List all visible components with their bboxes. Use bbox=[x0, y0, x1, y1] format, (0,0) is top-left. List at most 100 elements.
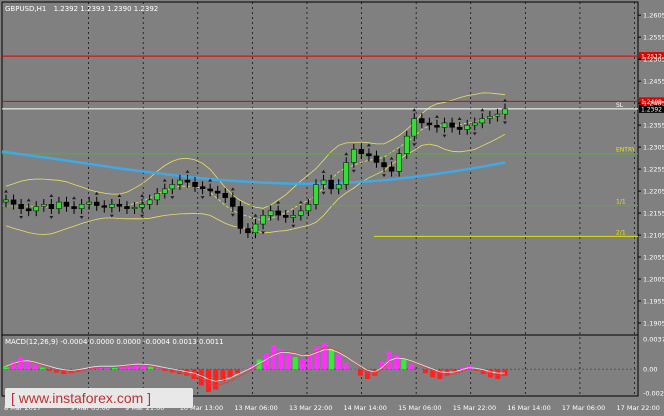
macd-bar bbox=[408, 364, 414, 370]
macd-bar bbox=[336, 354, 342, 370]
candle-body bbox=[479, 118, 486, 124]
macd-bar bbox=[343, 362, 349, 370]
fractal-up-marker bbox=[253, 213, 258, 217]
candle-body bbox=[18, 204, 24, 209]
macd-bar bbox=[300, 359, 306, 370]
candle-body bbox=[230, 197, 236, 207]
level-label: 1/1 bbox=[616, 199, 626, 206]
fractal-up-marker bbox=[230, 187, 235, 191]
macd-bar bbox=[415, 369, 421, 371]
candle-body bbox=[381, 162, 387, 168]
macd-bar bbox=[227, 369, 233, 378]
fractal-up-marker bbox=[298, 200, 303, 204]
x-tick-label: 15 Mar 06:00 bbox=[398, 404, 441, 412]
candle-body bbox=[487, 116, 493, 119]
y-tick-label: 1.2105 bbox=[643, 232, 664, 240]
macd-bar bbox=[271, 344, 277, 370]
fractal-up-marker bbox=[140, 194, 145, 198]
candle-body bbox=[93, 201, 100, 206]
candle-body bbox=[343, 162, 349, 185]
candle-body bbox=[101, 205, 108, 208]
candle-body bbox=[245, 228, 251, 234]
y-tick-label: 1.2455 bbox=[643, 78, 664, 86]
fractal-down-marker bbox=[351, 169, 356, 173]
x-tick-label: 17 Mar 22:00 bbox=[617, 404, 660, 412]
fractal-down-marker bbox=[109, 214, 114, 218]
candle-body bbox=[290, 215, 297, 218]
candle-body bbox=[411, 118, 418, 137]
macd-bar bbox=[155, 368, 161, 370]
candle-body bbox=[396, 153, 402, 172]
x-tick-label: 16 Mar 14:00 bbox=[507, 404, 550, 412]
candle-body bbox=[10, 199, 17, 205]
macd-bar bbox=[328, 348, 334, 370]
candle-body bbox=[335, 184, 342, 190]
y-tick-label: 1.2605 bbox=[643, 12, 664, 20]
macd-bar bbox=[213, 369, 219, 390]
x-tick-label: 13 Mar 06:00 bbox=[234, 404, 277, 412]
macd-tick-label: 0.0037 bbox=[643, 336, 664, 344]
macd-bar bbox=[401, 359, 407, 370]
fractal-down-marker bbox=[19, 215, 24, 219]
fractal-up-marker bbox=[434, 114, 439, 118]
macd-bar bbox=[285, 353, 291, 370]
macd-bar bbox=[422, 369, 428, 374]
candle-body bbox=[192, 182, 198, 187]
fractal-up-marker bbox=[72, 196, 77, 200]
ohlc-label: 1.2392 1.2393 1.2390 1.2392 bbox=[54, 5, 159, 13]
candle-body bbox=[71, 206, 77, 209]
fractal-up-marker bbox=[457, 117, 462, 121]
macd-bar bbox=[39, 367, 45, 370]
grid bbox=[1, 1, 639, 397]
y-tick-label: 1.1905 bbox=[643, 320, 664, 328]
y-tick-label: 1.2155 bbox=[643, 210, 664, 218]
fractal-up-marker bbox=[185, 169, 190, 173]
macd-tick-label: 0.00 bbox=[643, 366, 657, 374]
fractal-down-marker bbox=[291, 224, 296, 228]
candle-body bbox=[48, 204, 55, 209]
symbol-label: GBPUSD,H1 bbox=[5, 5, 46, 13]
candle-body bbox=[472, 122, 478, 126]
symbol-header: GBPUSD,H1 1.2392 1.2393 1.2390 1.2392 bbox=[5, 5, 158, 13]
macd-bar bbox=[17, 357, 23, 370]
candle-body bbox=[116, 204, 123, 207]
bollinger-upper bbox=[5, 92, 506, 209]
macd-bar bbox=[321, 343, 327, 370]
fractal-down-marker bbox=[79, 215, 84, 219]
candle-body bbox=[366, 153, 372, 157]
candle-body bbox=[419, 118, 425, 124]
candle-body bbox=[3, 199, 9, 203]
macd-bar bbox=[198, 369, 204, 386]
candle-body bbox=[63, 201, 70, 207]
candle-body bbox=[313, 184, 319, 205]
candle-body bbox=[502, 108, 508, 115]
candle-body bbox=[177, 179, 183, 185]
fractal-up-marker bbox=[503, 98, 507, 102]
candle-body bbox=[320, 179, 327, 185]
moving-average-line bbox=[1, 150, 506, 185]
candle-body bbox=[351, 149, 357, 163]
macd-bar bbox=[495, 369, 501, 379]
macd-bar bbox=[133, 362, 139, 370]
y-tick-label: 1.2005 bbox=[643, 276, 664, 284]
fractal-up-marker bbox=[26, 198, 31, 202]
fractal-up-marker bbox=[321, 169, 326, 173]
candle-body bbox=[358, 149, 365, 154]
macd-panel bbox=[2, 343, 638, 392]
candles bbox=[3, 98, 508, 239]
price-chart: 1.25121.2409SL1.2392ENTRY1/12/1 8 Mar 20… bbox=[1, 1, 664, 412]
candle-body bbox=[41, 204, 47, 207]
candle-body bbox=[214, 190, 221, 194]
level-label: SL bbox=[616, 102, 624, 109]
macd-bar bbox=[314, 346, 320, 370]
candle-body bbox=[441, 122, 448, 128]
fractal-down-marker bbox=[382, 174, 387, 178]
fractal-down-marker bbox=[412, 143, 417, 147]
levels: 1.25121.2409SL1.2392ENTRY1/12/1 bbox=[2, 52, 664, 237]
candle-body bbox=[464, 124, 470, 130]
candle-body bbox=[260, 215, 266, 225]
macd-bar bbox=[307, 354, 313, 370]
candle-body bbox=[124, 206, 130, 209]
fractal-down-marker bbox=[49, 215, 54, 219]
fractal-down-marker bbox=[230, 213, 235, 217]
